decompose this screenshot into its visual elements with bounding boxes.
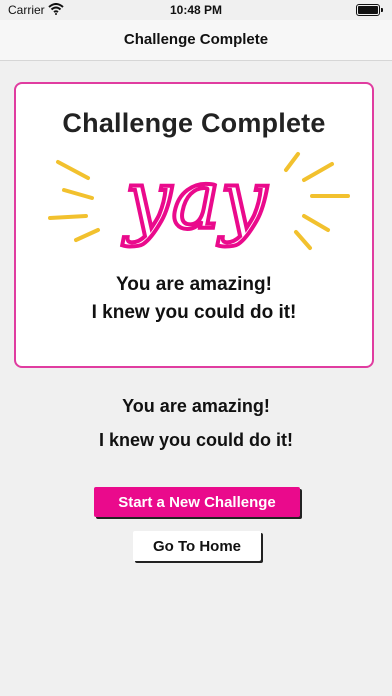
start-new-challenge-button[interactable]: Start a New Challenge xyxy=(94,487,300,517)
nav-title: Challenge Complete xyxy=(123,31,269,48)
card-message-line1: You are amazing! xyxy=(116,274,272,295)
card-message-line2: I knew you could do it! xyxy=(91,302,297,323)
rays-right xyxy=(284,152,350,250)
message-line1: You are amazing! xyxy=(122,396,270,416)
go-to-home-button[interactable]: Go To Home xyxy=(133,531,261,561)
yay-word: yay xyxy=(121,153,268,248)
clock: 10:48 PM xyxy=(169,3,223,17)
card-heading: Challenge Complete xyxy=(62,108,326,138)
celebration-card: Challenge Complete yay You are amazing! … xyxy=(14,82,374,368)
battery-icon xyxy=(356,4,383,16)
navigation-bar: Challenge Complete xyxy=(0,20,392,61)
message-line2: I knew you could do it! xyxy=(98,430,293,450)
yay-illustration: yay xyxy=(48,151,350,250)
status-bar: Carrier 10:48 PM xyxy=(0,0,392,20)
rays-left xyxy=(48,160,100,242)
